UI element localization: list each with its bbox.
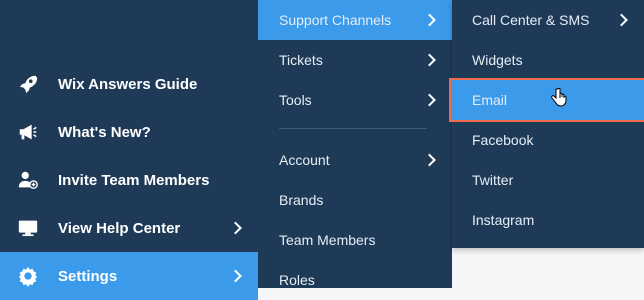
- submenu-item-label: Roles: [279, 272, 315, 288]
- submenu-item-label: Tickets: [279, 52, 323, 68]
- sidebar-item-whats-new[interactable]: What's New?: [0, 108, 258, 156]
- chevron-right-icon: [229, 269, 242, 283]
- channel-item-email[interactable]: Email: [449, 78, 644, 122]
- sidebar-item-label: Wix Answers Guide: [58, 75, 198, 93]
- submenu-item-label: Account: [279, 152, 330, 168]
- submenu-item-account[interactable]: Account: [258, 140, 452, 180]
- channel-item-call-center[interactable]: Call Center & SMS: [452, 0, 644, 40]
- channel-item-twitter[interactable]: Twitter: [452, 160, 644, 200]
- chevron-right-icon: [615, 13, 628, 27]
- submenu-item-team-members[interactable]: Team Members: [258, 220, 452, 260]
- submenu-item-support-channels[interactable]: Support Channels: [258, 0, 452, 40]
- sidebar-item-label: What's New?: [58, 123, 151, 141]
- main-sidebar: Wix Answers Guide What's New? Invite Tea…: [0, 0, 258, 300]
- monitor-icon: [16, 216, 40, 240]
- channel-item-facebook[interactable]: Facebook: [452, 120, 644, 160]
- channel-item-label: Email: [472, 92, 508, 108]
- menu-divider: [279, 128, 427, 129]
- add-user-icon: [16, 168, 40, 192]
- chevron-right-icon: [423, 153, 436, 167]
- submenu-item-label: Brands: [279, 192, 324, 208]
- chevron-right-icon: [423, 93, 436, 107]
- channel-item-instagram[interactable]: Instagram: [452, 200, 644, 240]
- submenu-item-roles[interactable]: Roles: [258, 260, 452, 300]
- channel-item-label: Widgets: [472, 52, 523, 68]
- sidebar-item-label: Invite Team Members: [58, 171, 210, 189]
- channel-item-label: Call Center & SMS: [472, 12, 590, 28]
- rocket-icon: [16, 72, 40, 96]
- submenu-item-tools[interactable]: Tools: [258, 80, 452, 120]
- submenu-item-brands[interactable]: Brands: [258, 180, 452, 220]
- sidebar-item-settings[interactable]: Settings: [0, 252, 258, 300]
- sidebar-item-label: Settings: [58, 267, 118, 285]
- settings-submenu: Support Channels Tickets Tools Account B…: [258, 0, 452, 288]
- submenu-item-label: Support Channels: [279, 12, 392, 28]
- chevron-right-icon: [423, 53, 436, 67]
- support-channels-submenu: Call Center & SMS Widgets Email Facebook…: [449, 0, 644, 248]
- submenu-item-label: Tools: [279, 92, 312, 108]
- channel-item-widgets[interactable]: Widgets: [452, 40, 644, 80]
- chevron-right-icon: [229, 221, 242, 235]
- sidebar-item-answers-guide[interactable]: Wix Answers Guide: [0, 60, 258, 108]
- submenu-item-label: Team Members: [279, 232, 376, 248]
- megaphone-icon: [16, 120, 40, 144]
- sidebar-item-invite-team[interactable]: Invite Team Members: [0, 156, 258, 204]
- hand-cursor-icon: [551, 87, 567, 113]
- chevron-right-icon: [423, 13, 436, 27]
- channel-item-label: Facebook: [472, 132, 534, 148]
- gear-icon: [16, 264, 40, 288]
- sidebar-item-label: View Help Center: [58, 219, 181, 237]
- channel-item-label: Instagram: [472, 212, 535, 228]
- submenu-item-tickets[interactable]: Tickets: [258, 40, 452, 80]
- sidebar-item-view-help-center[interactable]: View Help Center: [0, 204, 258, 252]
- channel-item-label: Twitter: [472, 172, 514, 188]
